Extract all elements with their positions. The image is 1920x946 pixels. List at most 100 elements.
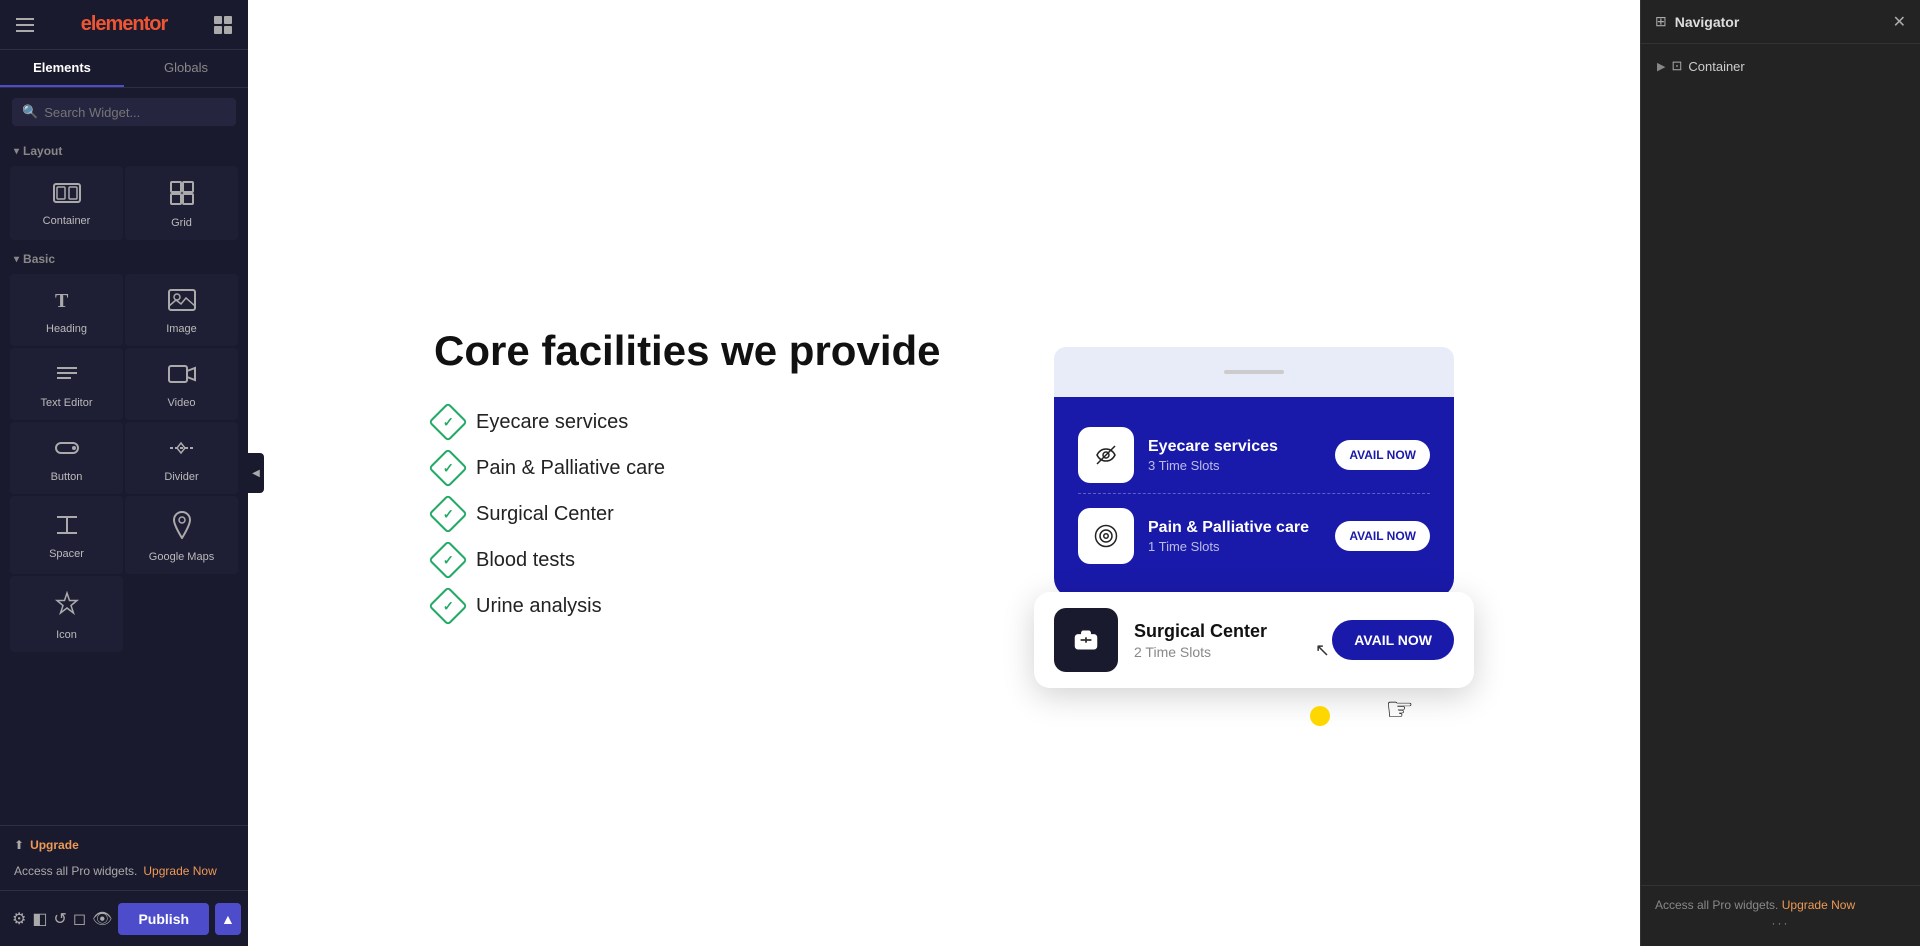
nav-container-label: Container xyxy=(1688,59,1744,74)
layout-widget-grid: Container Grid xyxy=(0,162,248,244)
app-logo: elementor xyxy=(81,13,168,36)
widget-grid[interactable]: Grid xyxy=(125,166,238,240)
tab-globals[interactable]: Globals xyxy=(124,50,248,87)
navigator-panel: ⊞ Navigator ✕ ▶ ⊡ Container Access all P… xyxy=(1640,0,1920,946)
preview-button[interactable]: 👁 xyxy=(92,902,112,936)
eyecare-icon-box xyxy=(1078,427,1134,483)
surgical-service-name: Surgical Center xyxy=(1134,621,1316,642)
widget-video-label: Video xyxy=(168,397,196,409)
canvas-content: Core facilities we provide Eyecare servi… xyxy=(394,286,1494,660)
widget-google-maps-label: Google Maps xyxy=(149,551,214,563)
divider-icon xyxy=(168,437,196,465)
svg-text:T: T xyxy=(55,290,69,311)
widget-video[interactable]: Video xyxy=(125,348,238,420)
list-item: Eyecare services xyxy=(434,408,994,436)
nav-header-left: ⊞ Navigator xyxy=(1655,13,1739,30)
eyecare-slots: 3 Time Slots xyxy=(1148,458,1321,473)
widget-google-maps[interactable]: Google Maps xyxy=(125,496,238,574)
nav-ellipsis: ··· xyxy=(1655,912,1906,934)
widget-spacer[interactable]: Spacer xyxy=(10,496,123,574)
surgical-icon-box xyxy=(1054,608,1118,672)
search-bar: 🔍 xyxy=(12,98,236,126)
widget-icon-label: Icon xyxy=(56,629,77,641)
footer-toolbar: ⚙ ◧ ↺ ◻ 👁 Publish ▲ xyxy=(0,890,248,946)
eyecare-avail-button[interactable]: AVAIL NOW xyxy=(1335,440,1430,470)
upgrade-icon: ⬆ xyxy=(14,838,24,852)
widget-image[interactable]: Image xyxy=(125,274,238,346)
facilities-text-section: Core facilities we provide Eyecare servi… xyxy=(434,326,994,620)
navigator-title: Navigator xyxy=(1675,14,1740,30)
widget-text-editor[interactable]: Text Editor xyxy=(10,348,123,420)
list-item: Pain & Palliative care xyxy=(434,454,994,482)
widget-icon[interactable]: Icon xyxy=(10,576,123,652)
section-label-basic: Basic xyxy=(0,244,248,270)
list-item: Urine analysis xyxy=(434,592,994,620)
widget-spacer-label: Spacer xyxy=(49,548,84,560)
apps-grid-icon[interactable] xyxy=(214,16,232,34)
pain-icon-box xyxy=(1078,508,1134,564)
service-row-pain: Pain & Palliative care 1 Time Slots AVAI… xyxy=(1078,498,1430,574)
search-input[interactable] xyxy=(44,105,226,120)
widget-container-label: Container xyxy=(43,215,91,227)
facility-name-surgical: Surgical Center xyxy=(476,503,614,526)
widget-divider[interactable]: Divider xyxy=(125,422,238,494)
facility-name-urine: Urine analysis xyxy=(476,595,602,618)
layers-button[interactable]: ◧ xyxy=(32,902,47,936)
check-icon-blood xyxy=(428,540,468,580)
cursor-hand-icon: ☞ xyxy=(1385,690,1414,728)
eyecare-service-name: Eyecare services xyxy=(1148,438,1321,456)
publish-chevron[interactable]: ▲ xyxy=(215,903,241,935)
navigator-widget-icon: ⊞ xyxy=(1655,13,1667,30)
search-icon: 🔍 xyxy=(22,104,38,120)
navigator-tree: ▶ ⊡ Container xyxy=(1641,44,1920,88)
settings-button[interactable]: ⚙ xyxy=(12,902,26,936)
sidebar-collapse-handle[interactable]: ◀ xyxy=(248,453,264,493)
nav-footer-text: Access all Pro widgets. xyxy=(1655,898,1778,912)
nav-tree-item-container[interactable]: ▶ ⊡ Container xyxy=(1649,52,1912,80)
pain-service-name: Pain & Palliative care xyxy=(1148,519,1321,537)
widgets-scroll: Layout Container xyxy=(0,136,248,825)
widget-text-editor-label: Text Editor xyxy=(41,397,93,409)
check-icon-eyecare xyxy=(428,402,468,442)
history-button[interactable]: ↺ xyxy=(53,902,66,936)
widget-heading[interactable]: T Heading xyxy=(10,274,123,346)
nav-upgrade-link[interactable]: Upgrade Now xyxy=(1782,898,1855,912)
cursor-pointer-icon: ↖ xyxy=(1315,640,1330,661)
pain-info: Pain & Palliative care 1 Time Slots xyxy=(1148,519,1321,554)
upgrade-now-link[interactable]: Upgrade Now xyxy=(143,864,216,878)
facility-name-eyecare: Eyecare services xyxy=(476,411,628,434)
menu-icon[interactable] xyxy=(16,18,34,32)
widget-container[interactable]: Container xyxy=(10,166,123,240)
tab-elements[interactable]: Elements xyxy=(0,50,124,87)
grid-widget-icon xyxy=(170,181,194,211)
responsive-button[interactable]: ◻ xyxy=(73,902,86,936)
widget-button[interactable]: Button xyxy=(10,422,123,494)
tree-chevron-icon: ▶ xyxy=(1657,60,1665,73)
widget-image-label: Image xyxy=(166,323,197,335)
spacer-icon xyxy=(53,514,81,542)
card-top-line xyxy=(1224,370,1284,374)
nav-pro-text: Access all Pro widgets. Upgrade Now xyxy=(1655,898,1906,912)
surgical-avail-button[interactable]: AVAIL NOW xyxy=(1332,620,1454,660)
container-icon xyxy=(53,183,81,209)
navigator-header: ⊞ Navigator ✕ xyxy=(1641,0,1920,44)
upgrade-button[interactable]: Upgrade xyxy=(30,838,79,852)
widget-grid-label: Grid xyxy=(171,217,192,229)
main-canvas: Core facilities we provide Eyecare servi… xyxy=(248,0,1640,946)
check-icon-pain xyxy=(428,448,468,488)
publish-button[interactable]: Publish xyxy=(118,903,209,935)
check-icon-urine xyxy=(428,586,468,626)
pain-avail-button[interactable]: AVAIL NOW xyxy=(1335,521,1430,551)
pain-slots: 1 Time Slots xyxy=(1148,539,1321,554)
container-tree-icon: ⊡ xyxy=(1671,58,1682,74)
facility-name-blood: Blood tests xyxy=(476,549,575,572)
basic-widget-grid: T Heading Image xyxy=(0,270,248,656)
facilities-title: Core facilities we provide xyxy=(434,326,994,376)
sidebar-bottom: ⬆ Upgrade Access all Pro widgets. Upgrad… xyxy=(0,825,248,890)
navigator-close-button[interactable]: ✕ xyxy=(1893,12,1906,32)
card-top-area xyxy=(1054,347,1454,397)
list-item: Blood tests xyxy=(434,546,994,574)
check-icon-surgical xyxy=(428,494,468,534)
video-icon xyxy=(168,363,196,391)
facilities-cards: Eyecare services 3 Time Slots AVAIL NOW xyxy=(1054,347,1454,598)
